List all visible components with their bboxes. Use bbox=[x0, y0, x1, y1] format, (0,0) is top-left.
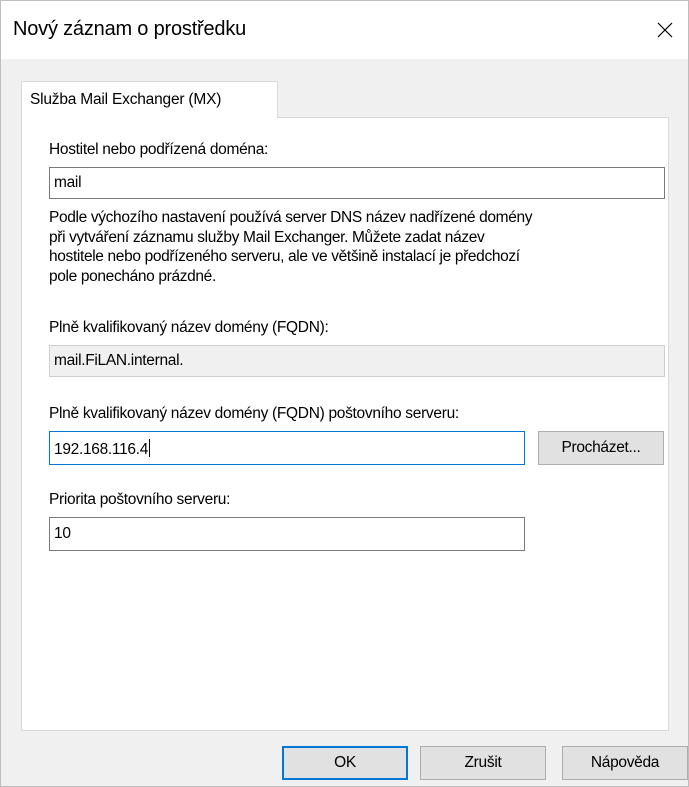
help-button[interactable]: Nápověda bbox=[562, 746, 688, 780]
priority-label: Priorita poštovního serveru: bbox=[49, 491, 231, 508]
description-line: při vytváření záznamu služby Mail Exchan… bbox=[49, 228, 485, 246]
mail-server-label: Plně kvalifikovaný název domény (FQDN) p… bbox=[49, 405, 459, 422]
tab-label: Služba Mail Exchanger (MX) bbox=[30, 91, 222, 108]
host-input[interactable]: mail bbox=[49, 167, 665, 199]
fqdn-label: Plně kvalifikovaný název domény (FQDN): bbox=[49, 319, 329, 336]
ok-button[interactable]: OK bbox=[282, 746, 408, 780]
priority-input-value: 10 bbox=[54, 525, 71, 542]
mail-server-input-value: 192.168.116.4 bbox=[54, 441, 149, 458]
tab-mail-exchanger[interactable]: Služba Mail Exchanger (MX) bbox=[21, 81, 278, 118]
description-line: pole ponecháno prázdné. bbox=[49, 267, 216, 285]
cancel-button[interactable]: Zrušit bbox=[420, 746, 546, 780]
dialog-title: Nový záznam o prostředku bbox=[13, 18, 247, 40]
close-button[interactable] bbox=[642, 1, 688, 59]
description-line: hostitele nebo podřízeného serveru, ale … bbox=[49, 248, 520, 265]
title-bar[interactable]: Nový záznam o prostředku bbox=[1, 1, 688, 59]
host-label: Hostitel nebo podřízená doména: bbox=[49, 141, 269, 158]
dialog-window: Nový záznam o prostředku Služba Mail Exc… bbox=[0, 0, 689, 787]
browse-button[interactable]: Procházet... bbox=[538, 431, 664, 465]
mail-server-input[interactable]: 192.168.116.4 bbox=[49, 431, 525, 465]
close-icon bbox=[657, 22, 673, 38]
priority-input[interactable]: 10 bbox=[49, 517, 525, 551]
description-text: Podle výchozího nastavení používá server… bbox=[49, 208, 669, 286]
host-input-value: mail bbox=[54, 174, 82, 191]
text-caret bbox=[149, 439, 151, 457]
fqdn-field-value: mail.FiLAN.internal. bbox=[54, 352, 184, 369]
description-line: Podle výchozího nastavení používá server… bbox=[49, 209, 533, 226]
fqdn-field: mail.FiLAN.internal. bbox=[49, 345, 665, 377]
